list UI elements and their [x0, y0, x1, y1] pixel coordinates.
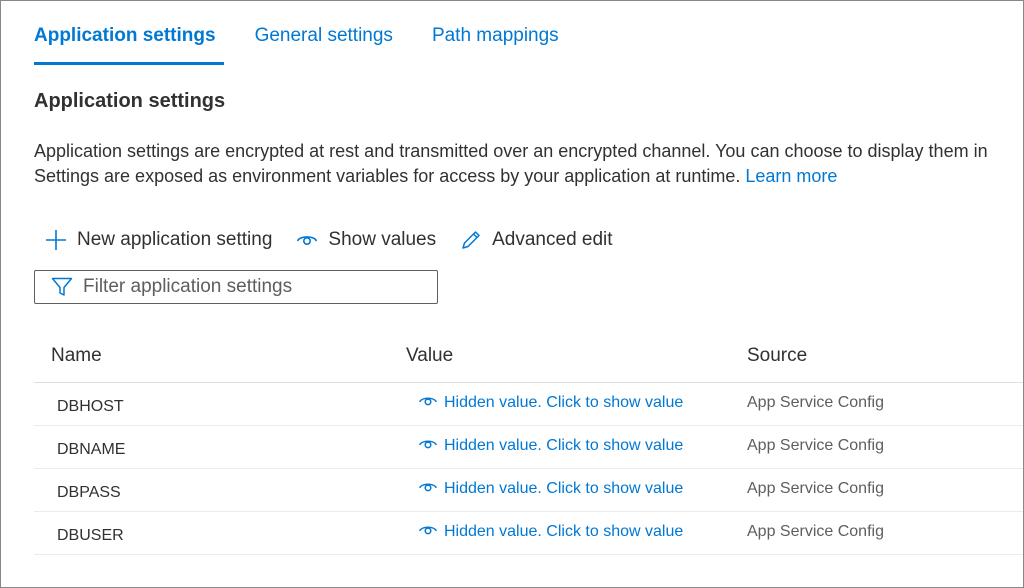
header-source[interactable]: Source [747, 345, 807, 367]
row-name: DBUSER [57, 526, 124, 544]
row-source: App Service Config [747, 479, 884, 497]
plus-icon [46, 230, 66, 250]
new-application-setting-button[interactable]: New application setting [45, 229, 272, 251]
hidden-value-link[interactable]: Hidden value. Click to show value [418, 510, 683, 553]
header-value[interactable]: Value [406, 345, 453, 367]
filter-box[interactable] [34, 270, 438, 304]
hidden-value-text: Hidden value. Click to show value [444, 522, 684, 540]
new-application-setting-label: New application setting [77, 229, 273, 250]
row-source: App Service Config [747, 522, 884, 540]
hidden-value-text: Hidden value. Click to show value [444, 479, 684, 497]
header-name[interactable]: Name [51, 345, 102, 367]
table-header: Name Value Source [34, 337, 1023, 383]
description-line-2: Settings are exposed as environment vari… [34, 164, 1023, 189]
eye-icon [419, 526, 437, 534]
description-line-1: Application settings are encrypted at re… [34, 141, 988, 161]
show-values-button[interactable]: Show values [296, 229, 436, 251]
section-title: Application settings [34, 90, 226, 112]
section-description: Application settings are encrypted at re… [34, 139, 1023, 189]
eye-icon [297, 236, 318, 246]
app-settings-panel: Application settings General settings Pa… [0, 0, 1024, 588]
show-values-label: Show values [328, 229, 437, 250]
tab-application-settings[interactable]: Application settings [34, 23, 224, 65]
table-row[interactable]: DBNAME Hidden value. Click to show value… [34, 424, 1023, 469]
hidden-value-link[interactable]: Hidden value. Click to show value [418, 424, 683, 467]
advanced-edit-button[interactable]: Advanced edit [460, 229, 613, 251]
table-row[interactable]: DBUSER Hidden value. Click to show value… [34, 510, 1023, 555]
row-source: App Service Config [747, 436, 884, 454]
table-row[interactable]: DBHOST Hidden value. Click to show value… [34, 381, 1023, 426]
row-name: DBHOST [57, 397, 124, 415]
filter-input[interactable] [83, 276, 423, 298]
advanced-edit-label: Advanced edit [492, 229, 613, 250]
tab-bar: Application settings General settings Pa… [34, 23, 598, 65]
tab-path-mappings[interactable]: Path mappings [432, 23, 559, 65]
row-name: DBNAME [57, 440, 126, 458]
settings-table: Name Value Source DBHOST Hidden value. C… [34, 337, 1023, 555]
hidden-value-text: Hidden value. Click to show value [444, 436, 684, 454]
tab-general-settings[interactable]: General settings [255, 23, 393, 65]
eye-icon [419, 440, 437, 448]
learn-more-link[interactable]: Learn more [745, 166, 837, 186]
toolbar: New application setting Show values Adva… [45, 225, 637, 255]
hidden-value-text: Hidden value. Click to show value [444, 393, 684, 411]
row-source: App Service Config [747, 393, 884, 411]
hidden-value-link[interactable]: Hidden value. Click to show value [418, 467, 683, 510]
pencil-icon [462, 231, 480, 249]
row-name: DBPASS [57, 483, 121, 501]
filter-icon [51, 277, 73, 296]
table-row[interactable]: DBPASS Hidden value. Click to show value… [34, 467, 1023, 512]
eye-icon [419, 483, 437, 491]
eye-icon [419, 397, 437, 405]
description-line-2-text: Settings are exposed as environment vari… [34, 166, 741, 186]
hidden-value-link[interactable]: Hidden value. Click to show value [418, 381, 683, 424]
